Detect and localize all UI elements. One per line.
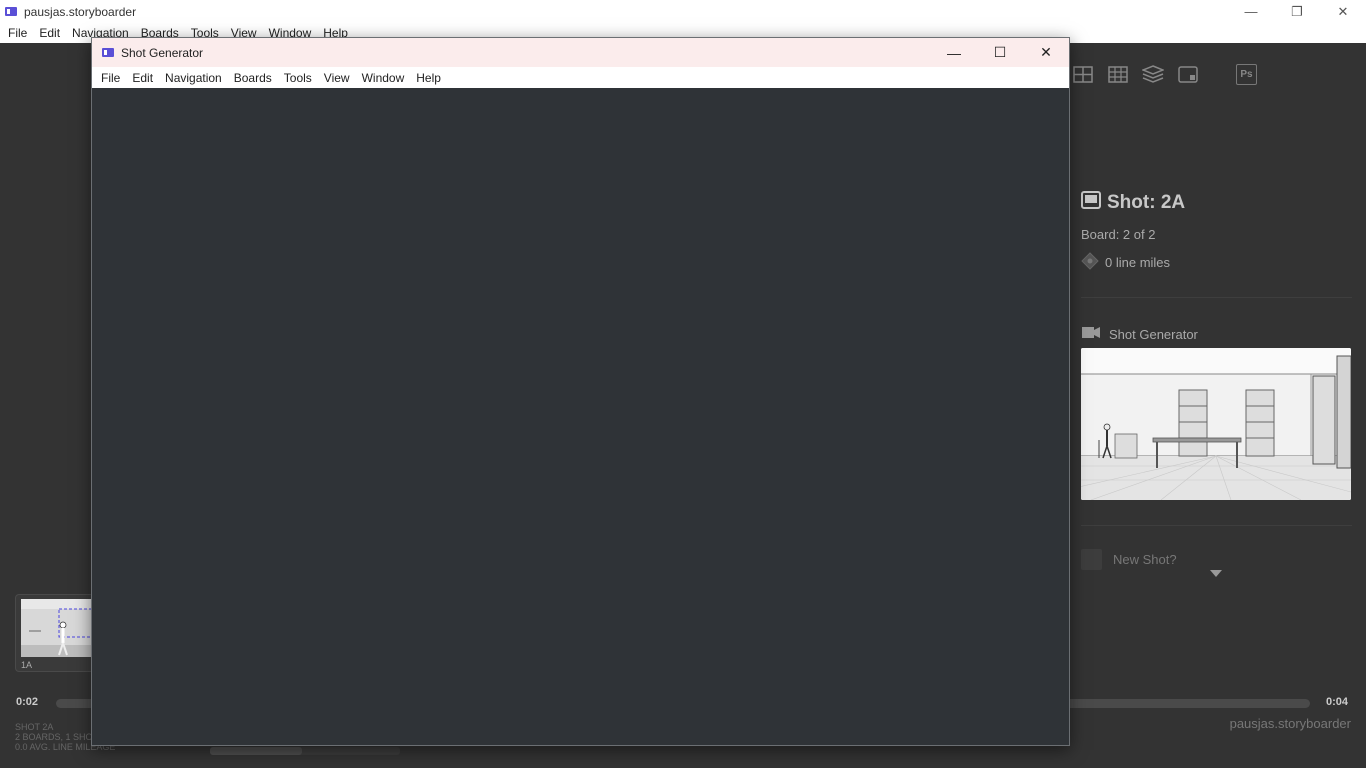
shot-generator-section-label: Shot Generator [1081, 326, 1198, 342]
panel-divider [1081, 297, 1352, 298]
shot-generator-menu-bar: File Edit Navigation Boards Tools View W… [92, 67, 1069, 88]
panel-divider-2 [1081, 525, 1352, 526]
shot-generator-label: Shot Generator [1109, 326, 1198, 342]
horizontal-scrollbar-thumb[interactable] [210, 747, 302, 755]
board-thumbnail-image [21, 599, 93, 657]
main-title-bar: pausjas.storyboarder — ❐ ✕ [0, 0, 1366, 23]
main-menu-file[interactable]: File [2, 26, 33, 40]
shot-title-text: Shot: 2A [1107, 191, 1186, 213]
timeline-start-time: 0:02 [16, 696, 39, 708]
shot-generator-preview[interactable] [1081, 348, 1351, 500]
sg-menu-boards[interactable]: Boards [228, 71, 278, 85]
storyboarder-app-icon [5, 7, 17, 16]
board-thumbnail-label: 1A [21, 660, 33, 670]
board-thumbnail[interactable]: 1A [15, 594, 95, 672]
photoshop-icon[interactable]: Ps [1236, 64, 1257, 85]
horizontal-scrollbar[interactable] [210, 747, 400, 755]
sg-menu-window[interactable]: Window [356, 71, 411, 85]
table-grid-icon[interactable] [1107, 64, 1129, 84]
sg-menu-edit[interactable]: Edit [126, 71, 159, 85]
shot-generator-canvas[interactable] [92, 88, 1069, 745]
sg-menu-help[interactable]: Help [410, 71, 447, 85]
main-menu-edit[interactable]: Edit [33, 26, 66, 40]
storyboarder-app-icon [102, 48, 114, 57]
sg-close-button[interactable]: ✕ [1023, 38, 1069, 67]
view-toolbar [1072, 64, 1199, 84]
main-window-title: pausjas.storyboarder [24, 4, 137, 19]
new-shot-label: New Shot? [1113, 552, 1177, 567]
main-window-controls: — ❐ ✕ [1228, 0, 1366, 23]
sg-menu-tools[interactable]: Tools [278, 71, 318, 85]
sg-menu-navigation[interactable]: Navigation [159, 71, 228, 85]
line-miles-text: 0 line miles [1105, 255, 1171, 270]
camera-icon [1081, 326, 1101, 342]
board-icon[interactable] [1177, 64, 1199, 84]
main-minimize-button[interactable]: — [1228, 0, 1274, 23]
sg-maximize-button[interactable]: ☐ [977, 38, 1023, 67]
shot-generator-window: Shot Generator — ☐ ✕ File Edit Navigatio… [91, 37, 1070, 746]
board-count: Board: 2 of 2 [1081, 227, 1156, 242]
sg-menu-view[interactable]: View [318, 71, 356, 85]
chevron-down-icon[interactable] [1210, 570, 1222, 577]
main-close-button[interactable]: ✕ [1320, 0, 1366, 23]
layout-grid-icon[interactable] [1072, 64, 1094, 84]
main-restore-button[interactable]: ❐ [1274, 0, 1320, 23]
sg-menu-file[interactable]: File [95, 71, 126, 85]
project-name: pausjas.storyboarder [1229, 716, 1351, 731]
timeline-end-time: 0:04 [1326, 696, 1349, 708]
new-shot-toggle[interactable]: New Shot? [1081, 549, 1177, 570]
shot-generator-title: Shot Generator [121, 45, 204, 60]
line-miles: 0 line miles [1081, 252, 1170, 273]
shot-title: Shot: 2A [1081, 191, 1185, 214]
monitor-icon [1081, 191, 1101, 214]
sg-minimize-button[interactable]: — [931, 38, 977, 67]
shot-generator-title-bar[interactable]: Shot Generator — ☐ ✕ [92, 38, 1069, 67]
new-shot-checkbox[interactable] [1081, 549, 1102, 570]
shot-generator-window-controls: — ☐ ✕ [931, 38, 1069, 67]
layers-icon[interactable] [1142, 64, 1164, 84]
line-miles-icon [1081, 252, 1099, 273]
